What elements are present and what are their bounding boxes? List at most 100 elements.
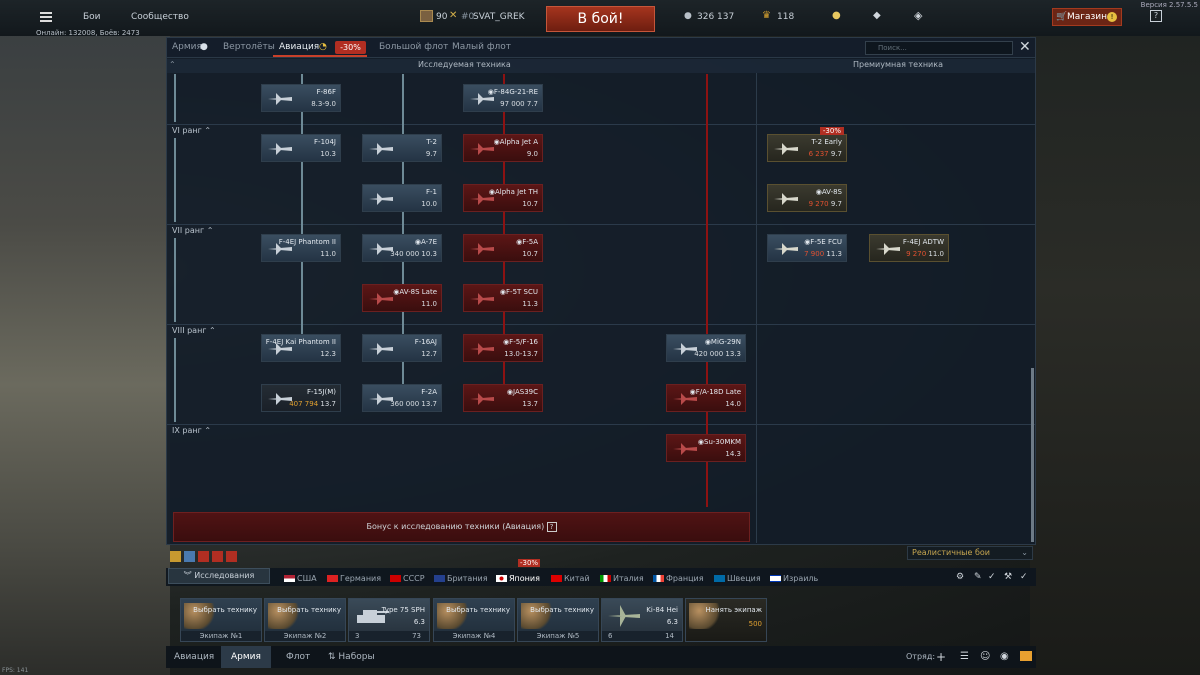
nation-israel[interactable]: Израиль	[770, 574, 818, 583]
jet-icon	[470, 393, 494, 405]
vehicle-card-t2-early[interactable]: -30% T-2 Early 6 237 9.7	[767, 127, 847, 162]
tab-army[interactable]: Армия	[172, 42, 202, 52]
vehicle-card-f15j[interactable]: F-15J(M) 407 794 13.7	[261, 384, 341, 412]
repair-all-icon[interactable]: ⚒	[1004, 572, 1012, 582]
nation-italy[interactable]: Италия	[600, 574, 644, 583]
vehicle-card-f5a[interactable]: ◉F-5A 10.7	[463, 234, 543, 262]
vehicle-card-f5-f16[interactable]: ◉F-5/F-16 13.0-13.7	[463, 334, 543, 362]
vehicle-name: ◉AV-8S	[815, 188, 842, 196]
column-divider	[756, 73, 757, 543]
plus-icon[interactable]: +	[936, 650, 946, 664]
nation-britain[interactable]: Британия	[434, 574, 488, 583]
discount-icon[interactable]	[212, 551, 223, 562]
to-battle-button[interactable]: В бой!	[546, 6, 655, 32]
chat-icon[interactable]: ◉	[1000, 651, 1009, 662]
wrench-icon[interactable]: ✎	[974, 572, 982, 582]
nation-china[interactable]: Китай	[551, 574, 590, 583]
shop-button[interactable]: 🛒 Магазин !	[1052, 8, 1122, 26]
bottom-tab-aviation[interactable]: Авиация	[174, 652, 214, 662]
vehicle-card-av8s[interactable]: ◉AV-8S 9 270 9.7	[767, 184, 847, 212]
vehicle-card-f4ej[interactable]: F-4EJ Phantom II 11.0	[261, 234, 341, 262]
vehicle-card-t2[interactable]: T-2 9.7	[362, 134, 442, 162]
rank-icon[interactable]	[170, 551, 181, 562]
vehicle-card-f5e-fcu[interactable]: ◉F-5E FCU 7 900 11.3	[767, 234, 847, 262]
shield-icon[interactable]	[184, 551, 195, 562]
lightbulb-icon[interactable]: ●	[832, 10, 841, 21]
vehicle-card-alpha-jet-a[interactable]: ◉Alpha Jet A 9.0	[463, 134, 543, 162]
nation-ussr[interactable]: СССР	[390, 574, 425, 583]
nation-japan[interactable]: Япония	[496, 574, 540, 583]
tab-aviation[interactable]: Авиация	[279, 42, 319, 52]
battle-rating: 10.7	[522, 250, 538, 258]
close-icon[interactable]: ✕	[1019, 39, 1031, 55]
mail-icon[interactable]	[1020, 651, 1032, 661]
hire-crew-slot[interactable]: Нанять экипаж 500	[685, 598, 767, 642]
clock-icon[interactable]	[198, 551, 209, 562]
research-toggle-button[interactable]: ︾ Исследования	[168, 568, 270, 584]
vehicle-card-a7e[interactable]: ◉A-7E 340 000 10.3	[362, 234, 442, 262]
vehicle-card-f84g[interactable]: ◉F-84G-21-RE 97 000 7.7	[463, 84, 543, 112]
vehicle-card-fa18d-late[interactable]: ◉F/A-18D Late 14.0	[666, 384, 746, 412]
search-input[interactable]: Поиск...	[865, 41, 1013, 55]
crew-slot-2[interactable]: Выбрать технику Экипаж №2	[264, 598, 346, 642]
check-all-icon[interactable]: ✓	[1020, 572, 1028, 582]
event-icons	[170, 551, 237, 562]
tab-bluewater-fleet[interactable]: Большой флот	[379, 42, 448, 52]
list-icon[interactable]: ☰	[960, 651, 969, 662]
nation-germany[interactable]: Германия	[327, 574, 381, 583]
vehicle-name: ◉F/A-18D Late	[689, 388, 741, 396]
vehicle-card-f5t-scu[interactable]: ◉F-5T SCU 11.3	[463, 284, 543, 312]
crew-vehicle: Выбрать технику	[277, 606, 341, 614]
vehicle-card-f104j[interactable]: F-104J 10.3	[261, 134, 341, 162]
rank-label-vi[interactable]: VI ранг ⌃	[172, 126, 211, 135]
vehicle-card-alpha-jet-th[interactable]: ◉Alpha Jet TH 10.7	[463, 184, 543, 212]
bottom-tab-squads[interactable]: ⇅ Наборы	[328, 652, 375, 662]
crew-slot-3[interactable]: Type 75 SPH 6.3 3 73	[348, 598, 430, 642]
vehicle-card-f16aj[interactable]: F-16AJ 12.7	[362, 334, 442, 362]
rank-label-ix[interactable]: IX ранг ⌃	[172, 426, 211, 435]
vehicle-card-f1[interactable]: F-1 10.0	[362, 184, 442, 212]
vehicle-cost: 9 270 9.7	[808, 200, 842, 208]
nation-usa[interactable]: США	[284, 574, 317, 583]
vehicle-card-f2a[interactable]: F-2A 360 000 13.7	[362, 384, 442, 412]
vehicle-card-f86f[interactable]: F-86F 8.3-9.0	[261, 84, 341, 112]
avatar[interactable]	[420, 10, 433, 22]
vehicle-card-su30mkm[interactable]: ◉Su-30MKM 14.3	[666, 434, 746, 462]
crew-slot-4[interactable]: Выбрать технику Экипаж №4	[433, 598, 515, 642]
rank-label-vii[interactable]: VII ранг ⌃	[172, 226, 213, 235]
nation-france[interactable]: Франция	[653, 574, 704, 583]
community-menu[interactable]: Сообщество	[131, 12, 189, 22]
player-nick[interactable]: SVAT_GREK	[473, 12, 525, 22]
crew-slot-6[interactable]: Ki-84 Hei 6.3 6 14	[601, 598, 683, 642]
tab-coastal-fleet[interactable]: Малый флот	[452, 42, 511, 52]
collapse-icon[interactable]: ⌃	[169, 60, 176, 69]
vehicle-card-av8s-late[interactable]: ◉AV-8S Late 11.0	[362, 284, 442, 312]
ticket-icon[interactable]: ◈	[914, 9, 922, 22]
menu-icon[interactable]	[40, 12, 52, 22]
vehicle-card-jas39c[interactable]: ◉JAS39C 13.7	[463, 384, 543, 412]
bottom-tab-army[interactable]: Армия	[221, 646, 271, 668]
research-bonus-banner[interactable]: Бонус к исследованию техники (Авиация) ?	[173, 512, 750, 542]
battle-rating: 11.0	[421, 300, 437, 308]
help-icon[interactable]: ?	[546, 522, 557, 532]
tab-helicopters[interactable]: Вертолёты	[223, 42, 275, 52]
help-icon[interactable]: ?	[1150, 10, 1162, 22]
vehicle-card-mig29n[interactable]: ◉MiG-29N 420 000 13.3	[666, 334, 746, 362]
check-icon[interactable]: ✓	[988, 572, 996, 582]
nation-sweden[interactable]: Швеция	[714, 574, 761, 583]
scrollbar[interactable]	[1031, 368, 1034, 542]
vehicle-card-f4ej-adtw[interactable]: F-4EJ ADTW 9 270 11.0	[869, 234, 949, 262]
game-mode-select[interactable]: Реалистичные бои ⌄	[907, 546, 1033, 560]
chest-icon[interactable]: ◆	[873, 10, 881, 21]
vehicle-card-f4ej-kai[interactable]: F-4EJ Kai Phantom II 12.3	[261, 334, 341, 362]
gear-icon[interactable]: ⚙	[956, 572, 964, 582]
contacts-icon[interactable]: ☺	[980, 651, 990, 662]
percent-icon[interactable]	[226, 551, 237, 562]
jet-icon	[470, 293, 494, 305]
crew-slot-1[interactable]: Выбрать технику Экипаж №1	[180, 598, 262, 642]
bottom-tab-fleet[interactable]: Флот	[286, 652, 310, 662]
battles-menu[interactable]: Бои	[83, 12, 101, 22]
player-level: 90	[436, 12, 448, 22]
rank-label-viii[interactable]: VIII ранг ⌃	[172, 326, 216, 335]
crew-slot-5[interactable]: Выбрать технику Экипаж №5	[517, 598, 599, 642]
